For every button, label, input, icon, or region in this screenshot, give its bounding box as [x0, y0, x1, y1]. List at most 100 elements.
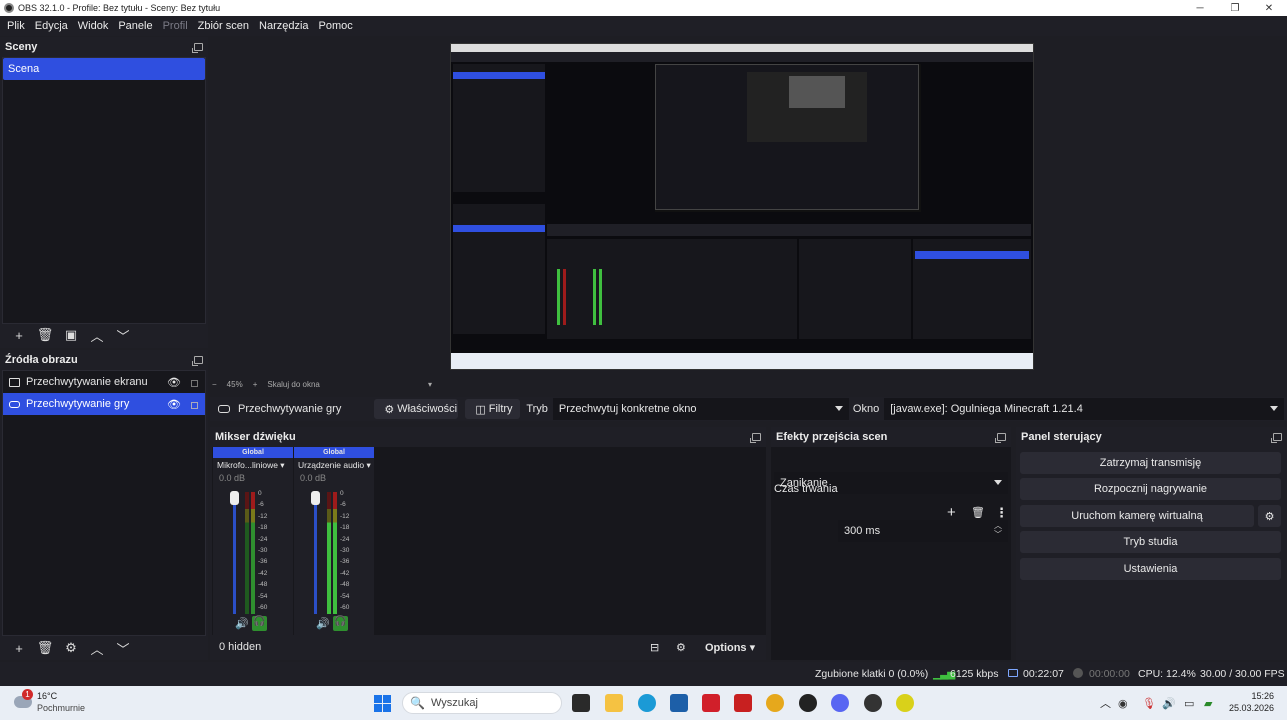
level-meter — [251, 492, 255, 614]
undock-icon[interactable] — [192, 43, 203, 53]
spinner-icon[interactable]: ︿ ﹀ — [994, 521, 1002, 539]
source-item[interactable]: Przechwytywanie ekranu 👁 — [3, 371, 205, 393]
channel-name[interactable]: Urządzenie audio ▾ — [294, 458, 374, 473]
menu-docks[interactable]: Panele — [113, 20, 157, 32]
zoom-option[interactable]: Skaluj do okna — [267, 380, 319, 389]
speaker-icon[interactable]: 🔊 — [316, 617, 330, 630]
start-recording-button[interactable]: Rozpocznij nagrywanie — [1020, 478, 1281, 500]
volume-fader-track[interactable] — [314, 492, 317, 614]
nested-scenes — [453, 64, 545, 192]
minecraft-launcher-icon[interactable] — [896, 694, 914, 712]
headphones-icon[interactable]: 🎧 — [333, 616, 348, 631]
app-l-icon[interactable] — [702, 694, 720, 712]
weather-desc[interactable]: Pochmurnie — [37, 703, 85, 713]
menu-tools[interactable]: Narzędzia — [254, 20, 314, 32]
db-tick: -48 — [340, 581, 350, 589]
menu-file[interactable]: Plik — [2, 20, 30, 32]
duration-input[interactable]: 300 ms ︿ ﹀ — [838, 520, 1008, 542]
filters-icon[interactable]: ▣ — [58, 326, 84, 344]
preview-canvas[interactable] — [450, 43, 1034, 370]
menu-profile[interactable]: Profil — [158, 20, 193, 32]
add-scene-icon[interactable]: + — [6, 326, 32, 344]
maximize-button[interactable]: ❐ — [1217, 0, 1253, 16]
shield-icon[interactable] — [734, 694, 752, 712]
display-icon[interactable]: ▭ — [1184, 697, 1194, 710]
zoom-in-icon[interactable]: + — [253, 380, 258, 389]
move-down-icon[interactable]: ﹀ — [110, 639, 136, 657]
chrome-icon[interactable] — [766, 694, 784, 712]
app-icon[interactable] — [799, 694, 817, 712]
window-select[interactable]: [javaw.exe]: Ogulniega Minecraft 1.21.4 — [884, 398, 1285, 420]
source-item[interactable]: Przechwytywanie gry 👁 — [3, 393, 205, 415]
move-up-icon[interactable]: ︿ — [84, 326, 110, 344]
windows-start-icon[interactable] — [374, 695, 391, 712]
undock-icon[interactable] — [750, 433, 761, 443]
menu-view[interactable]: Widok — [73, 20, 114, 32]
volume-icon[interactable]: 🔊 — [1162, 697, 1176, 710]
headphones-icon[interactable]: 🎧 — [252, 616, 267, 631]
sources-list[interactable]: Przechwytywanie ekranu 👁 Przechwytywanie… — [2, 370, 206, 636]
options-button[interactable]: Options ▾ — [705, 641, 755, 654]
filters-button[interactable]: ◫ Filtry — [465, 399, 521, 419]
volume-fader-handle[interactable] — [230, 491, 239, 505]
add-source-icon[interactable]: + — [6, 639, 32, 657]
add-transition-icon[interactable]: + — [947, 504, 956, 521]
store-icon[interactable] — [670, 694, 688, 712]
chevron-up-icon[interactable]: ︿ — [1100, 695, 1111, 711]
volume-fader-track[interactable] — [233, 492, 236, 614]
microphone-icon[interactable]: 🎙 — [1142, 697, 1156, 710]
task-view-icon[interactable] — [572, 694, 590, 712]
channel-name[interactable]: Mikrofo...liniowe ▾ — [213, 458, 293, 473]
remove-transition-icon[interactable]: 🗑 — [971, 506, 985, 519]
close-button[interactable]: ✕ — [1251, 0, 1287, 16]
studio-mode-button[interactable]: Tryb studia — [1020, 531, 1281, 553]
chevron-down-icon[interactable]: ▾ — [428, 380, 432, 389]
level-meter — [333, 492, 337, 614]
gear-icon[interactable]: ⚙ — [1258, 505, 1281, 527]
undock-icon[interactable] — [192, 356, 203, 366]
title-bar: OBS 32.1.0 - Profile: Bez tytułu - Sceny… — [0, 0, 1287, 16]
volume-fader-handle[interactable] — [311, 491, 320, 505]
discord-icon[interactable] — [831, 694, 849, 712]
properties-button[interactable]: ⚙ Właściwości — [374, 399, 459, 419]
battery-icon[interactable]: ▰ — [1204, 697, 1212, 710]
undock-icon[interactable] — [1271, 433, 1282, 443]
move-down-icon[interactable]: ﹀ — [110, 326, 136, 344]
gear-icon[interactable]: ⚙ — [58, 639, 84, 657]
scene-item[interactable]: Scena — [3, 58, 205, 80]
sources-header: Źródła obrazu — [0, 350, 208, 370]
minimize-button[interactable]: ─ — [1182, 0, 1218, 16]
lock-icon[interactable] — [191, 380, 198, 387]
scenes-list[interactable]: Scena — [2, 57, 206, 324]
obs-icon[interactable] — [864, 694, 882, 712]
virtual-camera-button[interactable]: Uruchom kamerę wirtualną — [1020, 505, 1254, 527]
remove-source-icon[interactable]: 🗑 — [32, 639, 58, 657]
edge-icon[interactable] — [638, 694, 656, 712]
gamepad-icon — [218, 405, 230, 413]
settings-button[interactable]: Ustawienia — [1020, 558, 1281, 580]
more-options-icon[interactable]: ⋮ — [995, 505, 1008, 521]
zoom-out-icon[interactable]: − — [212, 380, 217, 389]
clock-time[interactable]: 15:26 — [1228, 691, 1274, 701]
weather-temp[interactable]: 16°C — [37, 691, 57, 701]
menu-scene-collection[interactable]: Zbiór scen — [193, 20, 254, 32]
file-explorer-icon[interactable] — [605, 694, 623, 712]
layout-icon[interactable]: ⊟ — [650, 641, 659, 654]
move-up-icon[interactable]: ︿ — [84, 639, 110, 657]
network-icon[interactable]: ◉ — [1118, 697, 1128, 710]
stop-stream-button[interactable]: Zatrzymaj transmisję — [1020, 452, 1281, 474]
menu-help[interactable]: Pomoc — [314, 20, 358, 32]
mode-select[interactable]: Przechwytuj konkretne okno — [552, 398, 849, 420]
speaker-icon[interactable]: 🔊 — [235, 617, 249, 630]
clock-date[interactable]: 25.03.2026 — [1218, 703, 1274, 713]
mixer-settings-icon[interactable]: ⚙ — [676, 641, 686, 654]
remove-scene-icon[interactable]: 🗑 — [32, 326, 58, 344]
eye-icon[interactable]: 👁 — [167, 376, 181, 389]
search-box[interactable]: 🔍 Wyszukaj — [402, 692, 562, 714]
menu-edit[interactable]: Edycja — [30, 20, 73, 32]
lock-icon[interactable] — [191, 402, 198, 409]
channel-name-label: Urządzenie audio — [298, 460, 365, 470]
level-meter — [327, 492, 331, 614]
eye-icon[interactable]: 👁 — [167, 398, 181, 411]
undock-icon[interactable] — [995, 433, 1006, 443]
